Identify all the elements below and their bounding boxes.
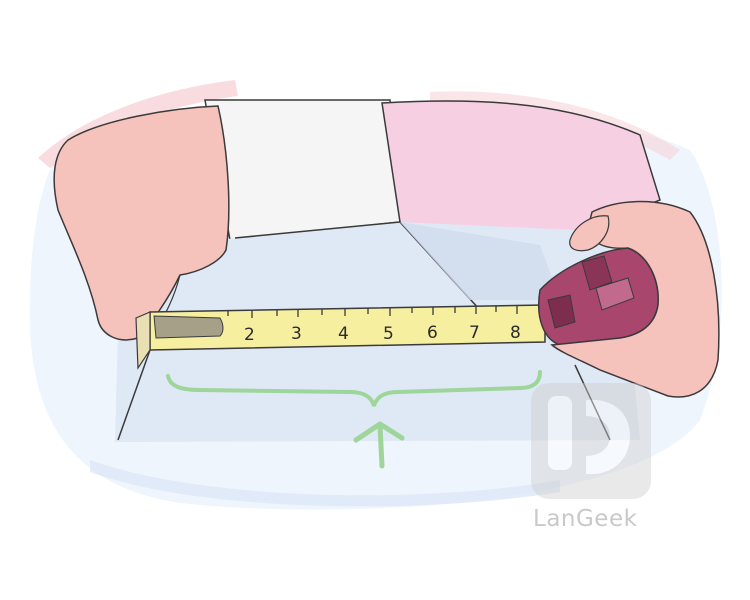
tape-tick-label: 4 (338, 324, 349, 344)
tape-tick-label: 6 (427, 323, 438, 343)
tape-tick-label: 3 (291, 324, 302, 344)
illustration-canvas: 2 3 4 5 6 7 8 LanGeek (0, 0, 750, 600)
langeek-logo-icon (531, 383, 651, 499)
tape-tick-label: 5 (383, 324, 394, 344)
tape-tick-label: 8 (510, 323, 521, 343)
watermark-text: LanGeek (533, 506, 638, 532)
shirt (204, 99, 401, 241)
tape-tick-label: 2 (244, 325, 255, 345)
measuring-tape-illustration: 2 3 4 5 6 7 8 LanGeek (29, 80, 722, 532)
tape-tick-label: 7 (469, 323, 480, 343)
